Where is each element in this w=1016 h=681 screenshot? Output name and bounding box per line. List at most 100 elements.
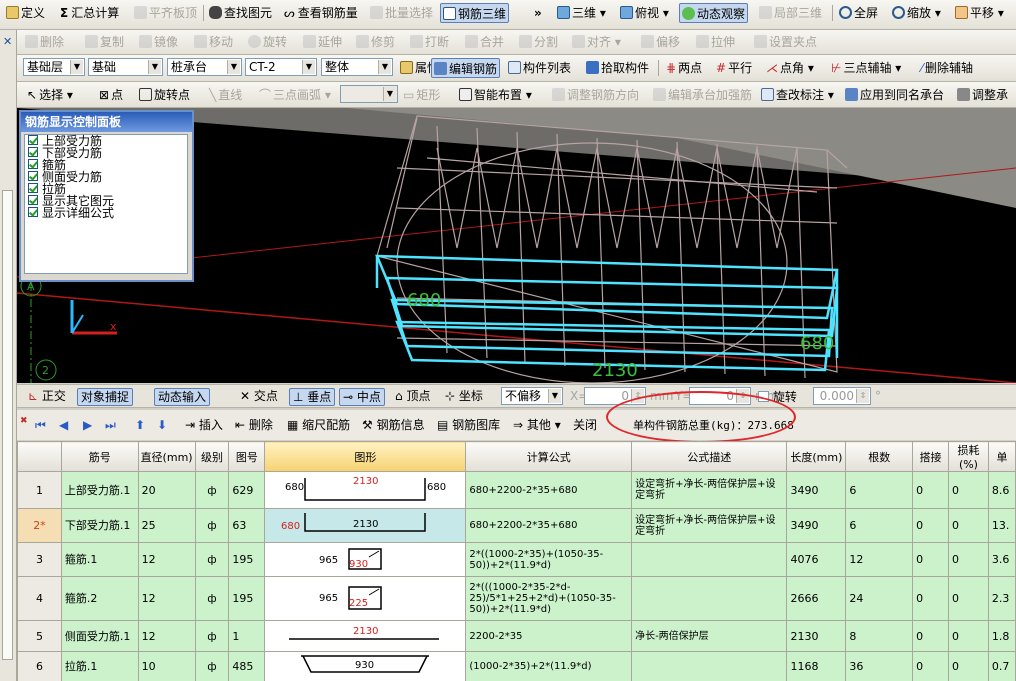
offset-button[interactable]: 偏移 [639, 32, 682, 52]
cell-length[interactable]: 1168 [786, 651, 847, 681]
extend-button[interactable]: 延伸 [301, 32, 344, 52]
move-button[interactable]: 移动 [192, 32, 235, 52]
cell-description[interactable] [631, 576, 788, 621]
move-down-button[interactable]: ⬇ [157, 416, 167, 434]
checkbox-checked-icon[interactable] [28, 183, 38, 193]
cell-name[interactable]: 箍筋.1 [60, 542, 139, 577]
pan-dropdown[interactable]: 平移 ▾ [953, 3, 1006, 23]
scaled-rebar-button[interactable]: ▦ 缩尺配筋 [287, 416, 350, 434]
ortho-toggle[interactable]: ⊾ 正交 [25, 388, 69, 406]
cell-lap[interactable]: 0 [912, 542, 950, 577]
dock-pane-scrollbar[interactable] [2, 190, 13, 660]
delete-button[interactable]: 删除 [23, 32, 66, 52]
cell-unit[interactable]: 2.3 [987, 576, 1016, 621]
cell-count[interactable]: 8 [845, 620, 914, 652]
zoom-dropdown[interactable]: 缩放 ▾ [890, 3, 943, 23]
cell-formula[interactable]: 2*(((1000-2*35-2*d-25)/5*1+25+2*d)+(1050… [465, 576, 633, 621]
cell-grade[interactable]: ф [194, 576, 230, 621]
checkbox-checked-icon[interactable] [28, 171, 38, 181]
summary-calc-button[interactable]: Σ 汇总计算 [58, 3, 121, 23]
vertex-snap[interactable]: ⌂ 顶点 [392, 388, 433, 406]
component-list-button[interactable]: 构件列表 [506, 58, 573, 78]
cell-description[interactable] [631, 542, 788, 577]
rectangle-button[interactable]: ▭ 矩形 [401, 85, 442, 105]
batch-select-button[interactable]: 批量选择 [368, 3, 435, 23]
cell-count[interactable]: 36 [845, 651, 914, 681]
close-icon[interactable]: ✕ [3, 35, 12, 48]
col-header-grade[interactable]: 级别 [194, 441, 230, 472]
dynamic-orbit-button[interactable]: 动态观察 [679, 3, 749, 23]
cell-length[interactable]: 3490 [786, 508, 847, 543]
table-row[interactable]: 3 箍筋.1 12 ф 195 965 930 2*((1000-2*35)+(… [17, 542, 1016, 577]
cell-shape[interactable]: 680 2130 [264, 508, 467, 543]
edit-reinforcement-button[interactable]: 编辑承台加强筋 [651, 85, 754, 105]
cell-unit[interactable]: 0.7 [987, 651, 1016, 681]
copy-button[interactable]: 复制 [83, 32, 126, 52]
delete-row-button[interactable]: ⇤ 删除 [235, 416, 273, 434]
row-number[interactable]: 3 [17, 542, 62, 577]
table-row[interactable]: 4 箍筋.2 12 ф 195 965 225 2*(((1000-2*35-2… [17, 576, 1016, 621]
option-show-formula[interactable]: 显示详细公式 [25, 207, 187, 219]
move-up-button[interactable]: ⬆ [135, 416, 145, 434]
cell-diameter[interactable]: 12 [137, 542, 196, 577]
3d-dropdown[interactable]: 三维 ▾ [555, 3, 608, 23]
cell-grade[interactable]: ф [194, 471, 230, 509]
cell-lap[interactable]: 0 [912, 576, 950, 621]
cell-name[interactable]: 上部受力筋.1 [60, 471, 139, 509]
cell-name[interactable]: 箍筋.2 [60, 576, 139, 621]
cell-description[interactable] [631, 651, 788, 681]
delete-axis-button[interactable]: ⁄ 删除辅轴 [919, 58, 975, 78]
cell-loss[interactable]: 0 [948, 508, 989, 543]
edit-rebar-button[interactable]: 编辑钢筋 [431, 58, 501, 78]
stretch-button[interactable]: 拉伸 [694, 32, 737, 52]
col-header-formula[interactable]: 计算公式 [465, 441, 633, 472]
find-element-button[interactable]: 查找图元 [207, 3, 274, 23]
cell-figure[interactable]: 629 [228, 471, 266, 509]
row-number[interactable]: 5 [17, 620, 62, 652]
fullscreen-button[interactable]: 全屏 [837, 3, 880, 23]
trim-button[interactable]: 修剪 [354, 32, 397, 52]
cell-loss[interactable]: 0 [948, 620, 989, 652]
cell-lap[interactable]: 0 [912, 471, 950, 509]
cell-count[interactable]: 6 [845, 508, 914, 543]
cell-description[interactable]: 设定弯折+净长-两倍保护层+设定弯折 [631, 508, 788, 543]
cell-diameter[interactable]: 20 [137, 471, 196, 509]
coordinate-snap[interactable]: ⊹ 坐标 [442, 388, 486, 406]
table-row[interactable]: 6 拉筋.1 10 ф 485 930 (1000-2*35)+2*(11.9*… [17, 651, 1016, 681]
cell-shape[interactable]: 965 930 [264, 542, 467, 577]
parallel-button[interactable]: # 平行 [714, 58, 754, 78]
cell-formula[interactable]: 680+2200-2*35+680 [465, 471, 633, 509]
row-number[interactable]: 1 [17, 471, 62, 509]
cell-unit[interactable]: 8.6 [987, 471, 1016, 509]
smart-layout-dropdown[interactable]: 智能布置 ▾ [457, 85, 534, 105]
midpoint-snap[interactable]: ⊸ 中点 [339, 388, 385, 406]
cell-grade[interactable]: ф [194, 620, 230, 652]
rotate-point-button[interactable]: 旋转点 [137, 85, 192, 105]
define-button[interactable]: 定义 [4, 3, 47, 23]
cell-diameter[interactable]: 10 [137, 651, 196, 681]
row-number[interactable]: 6 [17, 651, 62, 681]
cell-unit[interactable]: 1.8 [987, 620, 1016, 652]
cell-length[interactable]: 4076 [786, 542, 847, 577]
rebar-info-button[interactable]: ⚒ 钢筋信息 [362, 416, 425, 434]
table-row-selected[interactable]: 2* 下部受力筋.1 25 ф 63 680 2130 680+2200-2*3… [17, 508, 1016, 543]
cell-formula[interactable]: 2*((1000-2*35)+(1050-35-50))+2*(11.9*d) [465, 542, 633, 577]
col-header-name[interactable]: 筋号 [60, 441, 139, 472]
break-button[interactable]: 打断 [408, 32, 451, 52]
row-number[interactable]: 4 [17, 576, 62, 621]
col-header-shape[interactable]: 图形 [264, 441, 467, 472]
cell-name[interactable]: 下部受力筋.1 [60, 508, 139, 543]
adjust-direction-button[interactable]: 调整钢筋方向 [550, 85, 641, 105]
cell-grade[interactable]: ф [194, 508, 230, 543]
cell-lap[interactable]: 0 [912, 651, 950, 681]
cell-figure[interactable]: 485 [228, 651, 266, 681]
rotation-input[interactable]: 0.000 ⇕ [813, 387, 871, 405]
offset-mode-select[interactable]: 不偏移 ▼ [501, 387, 563, 405]
cell-formula[interactable]: 2200-2*35 [465, 620, 633, 652]
component-select[interactable]: CT-2 ▼ [245, 58, 317, 76]
mirror-button[interactable]: 镜像 [137, 32, 180, 52]
cell-shape[interactable]: 930 [264, 651, 467, 681]
close-grid-button[interactable]: 关闭 [573, 416, 597, 434]
next-record-button[interactable]: ▶ [83, 416, 92, 434]
cell-length[interactable]: 3490 [786, 471, 847, 509]
